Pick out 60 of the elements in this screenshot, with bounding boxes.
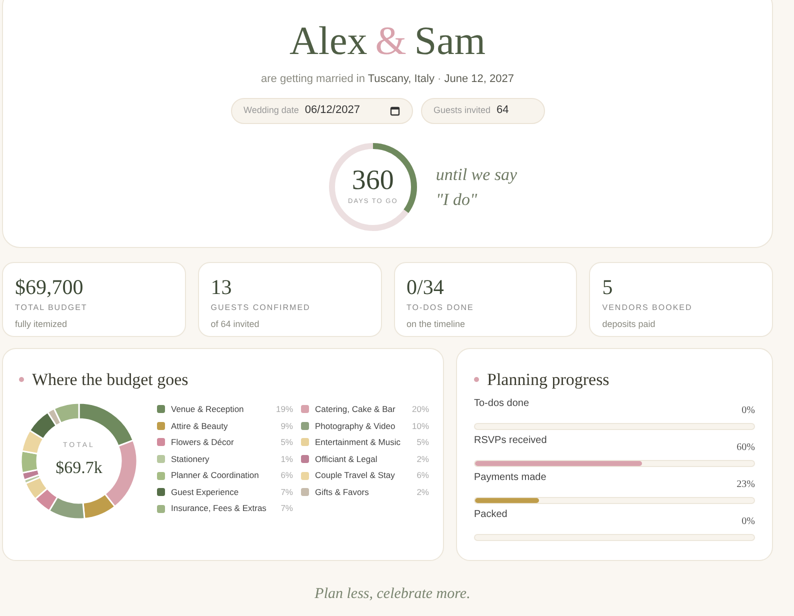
- progress-label: To-dos done: [474, 396, 530, 410]
- tagline: "I do": [436, 188, 478, 210]
- couple-name: Alex: [289, 19, 368, 63]
- legend-percent: 9%: [280, 420, 293, 432]
- legend-percent: 7%: [280, 502, 293, 516]
- wedding-date-field[interactable]: Wedding date 06/12/2027: [230, 98, 412, 124]
- ampersand: &: [375, 19, 406, 63]
- legend-label: Insurance, Fees & Extras: [171, 502, 268, 516]
- section-title: Planning progress: [487, 369, 610, 391]
- stat-value: 5: [602, 275, 614, 299]
- legend-percent: 19%: [276, 402, 293, 416]
- legend-label: Photography & Video: [315, 420, 396, 432]
- stat-label: TOTAL BUDGET: [15, 302, 88, 314]
- legend-label: Officiant & Legal: [315, 452, 378, 466]
- legend-label: Couple Travel & Stay: [315, 469, 396, 482]
- progress-percent: 0%: [742, 514, 755, 528]
- stat-value: $69,700: [15, 275, 84, 299]
- legend-percent: 5%: [280, 436, 293, 449]
- legend-percent: 2%: [416, 486, 429, 499]
- legend-label: Entertainment & Music: [315, 436, 402, 449]
- days-count: 360: [352, 166, 394, 195]
- stat-value: 13: [210, 275, 233, 299]
- subtitle: are getting married in Tuscany, Italy · June 12, 2027: [261, 72, 514, 87]
- legend-label: Planner & Coordination: [171, 469, 260, 482]
- progress-label: RSVPs received: [474, 434, 547, 448]
- legend-percent: 2%: [416, 452, 429, 466]
- legend-label: Guest Experience: [171, 486, 240, 499]
- progress-percent: 0%: [742, 404, 755, 418]
- stat-note: fully itemized: [15, 318, 68, 331]
- stat-note: deposits paid: [602, 318, 656, 331]
- legend-label: Attire & Beauty: [171, 420, 229, 432]
- legend-label: Catering, Cake & Bar: [315, 402, 396, 416]
- footer-tagline: Plan less, celebrate more.: [314, 585, 472, 604]
- guests-invited-field[interactable]: Guests invited 64: [420, 98, 544, 124]
- legend-percent: 20%: [412, 402, 429, 416]
- legend-percent: 6%: [416, 469, 429, 482]
- legend-label: Gifts & Favors: [315, 486, 370, 499]
- legend-percent: 6%: [280, 469, 293, 482]
- stat-label: TO-DOS DONE: [406, 302, 475, 314]
- total-amount: $69.7k: [56, 457, 102, 479]
- legend-percent: 7%: [280, 486, 293, 499]
- progress-label: Packed: [474, 508, 508, 522]
- legend-label: Stationery: [171, 452, 210, 466]
- couple-name: Sam: [414, 19, 486, 63]
- tagline: until we say: [436, 164, 518, 186]
- section-title: Where the budget goes: [32, 369, 188, 391]
- legend-label: Venue & Reception: [171, 402, 245, 416]
- legend-percent: 10%: [412, 420, 429, 432]
- progress-percent: 23%: [736, 478, 755, 492]
- progress-label: Payments made: [474, 470, 546, 484]
- progress-percent: 60%: [736, 440, 755, 454]
- stat-value: 0/34: [406, 275, 445, 299]
- legend-percent: 1%: [280, 452, 293, 466]
- legend-label: Flowers & Décor: [171, 436, 235, 449]
- stat-note: on the timeline: [406, 318, 466, 331]
- calendar-icon[interactable]: [390, 106, 400, 116]
- stat-label: VENDORS BOOKED: [602, 302, 694, 314]
- stat-label: GUESTS CONFIRMED: [210, 302, 312, 314]
- stat-note: of 64 invited: [210, 318, 260, 331]
- legend-percent: 5%: [416, 436, 429, 449]
